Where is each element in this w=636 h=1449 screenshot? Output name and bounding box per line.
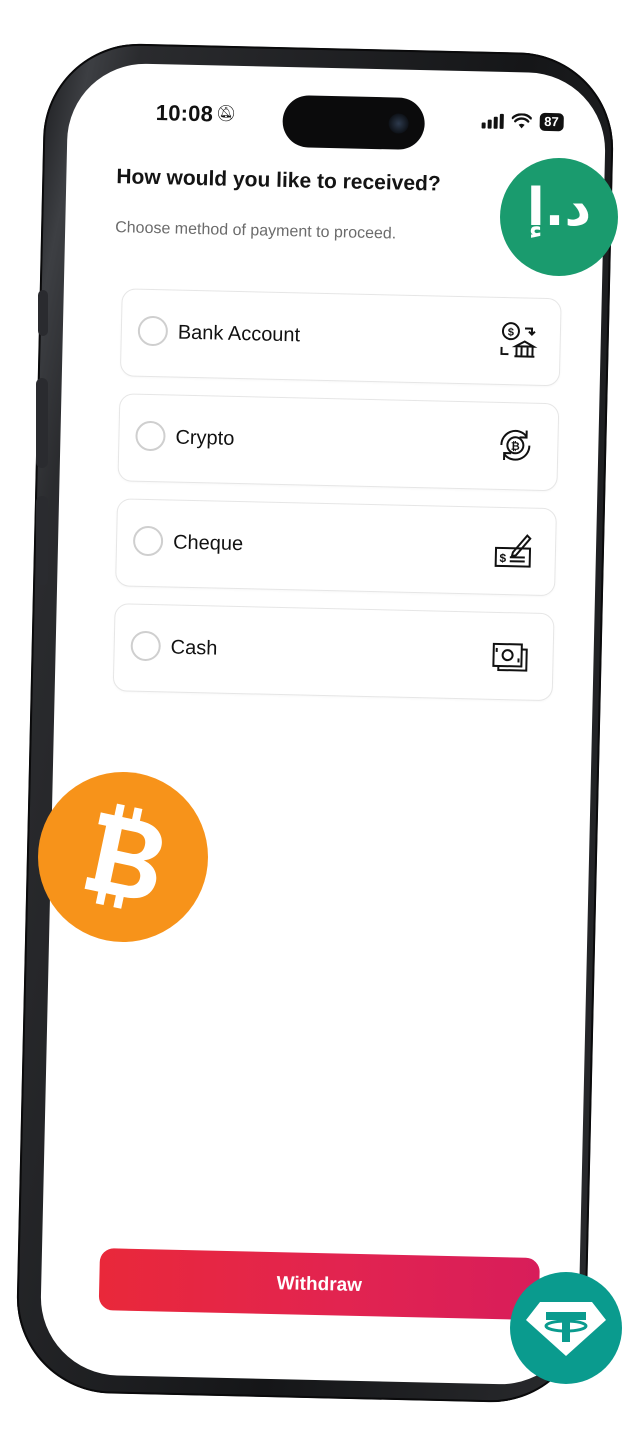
svg-text:$: $ xyxy=(508,327,514,339)
option-cheque[interactable]: Cheque $ xyxy=(115,498,557,597)
cash-icon xyxy=(492,642,528,672)
option-crypto[interactable]: Crypto ₿ xyxy=(117,393,560,492)
svg-text:₿: ₿ xyxy=(511,441,520,453)
wifi-icon xyxy=(511,113,532,129)
option-bank-account[interactable]: Bank Account $ xyxy=(119,288,562,387)
status-indicators: 87 xyxy=(481,111,564,132)
status-time: 10:08 xyxy=(155,100,214,127)
bank-transfer-icon: $ xyxy=(500,322,538,358)
option-label: Bank Account xyxy=(177,321,301,347)
payment-method-list: Bank Account $ Crypto ₿ Cheque $ Cash xyxy=(112,288,562,718)
dirham-badge: د.إ xyxy=(500,158,618,276)
option-label: Cheque xyxy=(172,531,244,556)
cellular-signal-icon xyxy=(481,112,504,129)
radio-button[interactable] xyxy=(130,630,162,662)
bitcoin-badge xyxy=(38,772,208,942)
bitcoin-icon xyxy=(84,803,162,909)
cheque-icon: $ xyxy=(494,534,532,568)
crypto-exchange-icon: ₿ xyxy=(500,430,531,461)
page-subtitle: Choose method of payment to proceed. xyxy=(115,219,397,243)
side-switch xyxy=(38,290,48,336)
withdraw-button[interactable]: Withdraw xyxy=(98,1248,540,1321)
tether-badge xyxy=(510,1272,622,1384)
tether-icon xyxy=(526,1302,606,1356)
dynamic-island xyxy=(282,94,426,151)
page-title: How would you like to received? xyxy=(116,165,441,196)
silent-mode-icon: 🔕︎ xyxy=(215,105,237,123)
svg-text:$: $ xyxy=(499,551,506,565)
battery-indicator: 87 xyxy=(539,112,564,132)
option-cash[interactable]: Cash xyxy=(112,603,555,702)
option-label: Crypto xyxy=(175,426,235,450)
radio-button[interactable] xyxy=(132,525,164,557)
camera-icon xyxy=(388,113,409,134)
volume-down-button xyxy=(36,496,48,586)
volume-up-button xyxy=(36,378,48,468)
radio-button[interactable] xyxy=(135,420,166,452)
option-label: Cash xyxy=(170,636,218,660)
dirham-icon: د.إ xyxy=(526,178,592,238)
radio-button[interactable] xyxy=(137,315,169,347)
